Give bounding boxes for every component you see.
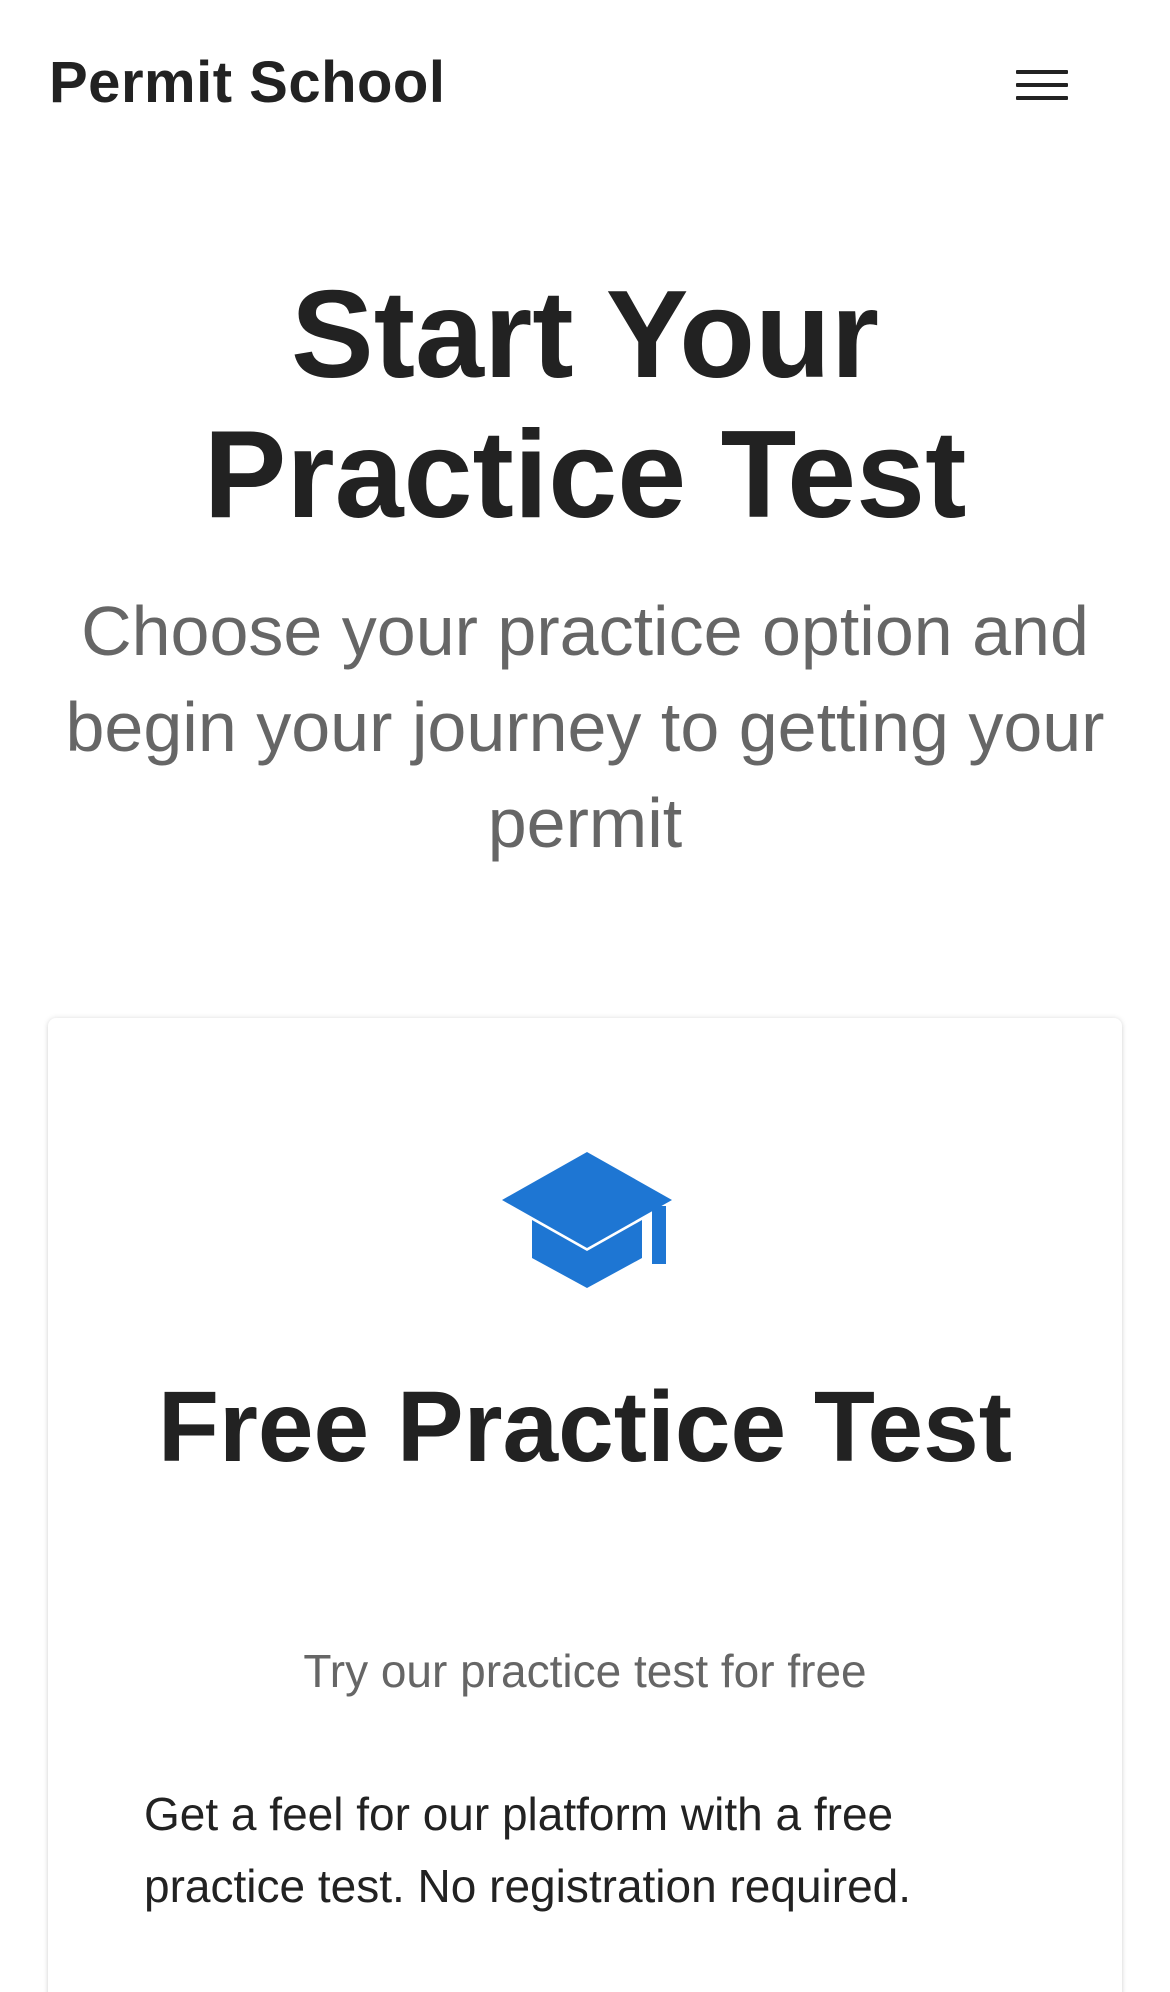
page: Permit School Start Your Practice Test C… bbox=[0, 0, 1170, 1992]
hero-section: Start Your Practice Test Choose your pra… bbox=[40, 265, 1130, 871]
page-title: Start Your Practice Test bbox=[203, 266, 967, 544]
card-title: Free Practice Test bbox=[157, 1371, 1013, 1483]
hamburger-menu-icon[interactable] bbox=[1002, 45, 1082, 125]
free-practice-test-card[interactable]: Free Practice Test Try our practice test… bbox=[48, 1018, 1122, 1992]
menu-bar bbox=[1016, 95, 1068, 100]
menu-bar bbox=[1016, 69, 1068, 74]
graduation-cap-icon bbox=[502, 1152, 672, 1288]
card-description: Get a feel for our platform with a free … bbox=[144, 1788, 912, 1912]
brand-logo-text[interactable]: Permit School bbox=[49, 49, 445, 116]
menu-bar bbox=[1016, 82, 1068, 87]
card-tagline: Try our practice test for free bbox=[303, 1645, 867, 1697]
page-subtitle: Choose your practice option and begin yo… bbox=[65, 592, 1105, 862]
top-header: Permit School bbox=[0, 0, 1170, 165]
